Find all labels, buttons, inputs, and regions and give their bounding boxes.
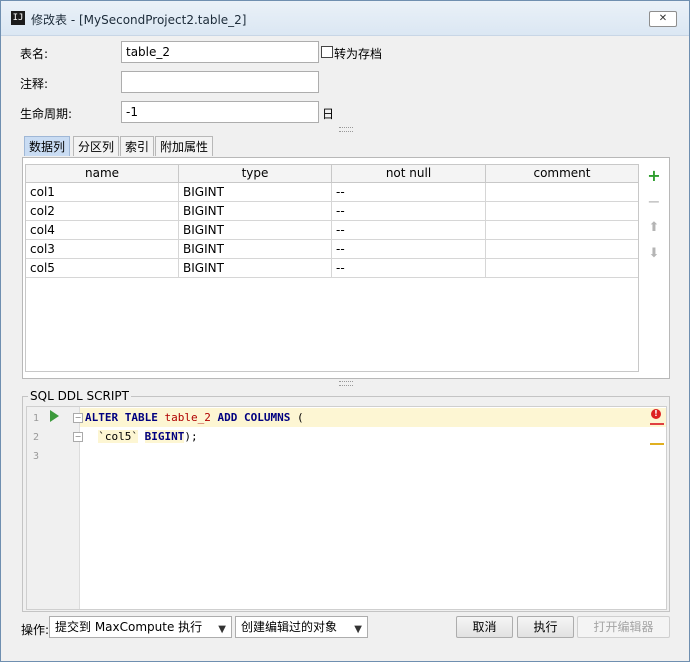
columns-table-header: name type not null comment [26, 165, 638, 183]
title-bar[interactable]: IJ 修改表 - [MySecondProject2.table_2] ✕ [1, 1, 689, 36]
sql-table-name: table_2 [164, 411, 211, 424]
sql-punct: ); [184, 430, 198, 443]
cell-name[interactable]: col4 [26, 221, 179, 239]
tab-data-columns[interactable]: 数据列 [24, 136, 71, 156]
table-row[interactable]: col2 BIGINT -- [26, 202, 638, 221]
remove-column-icon[interactable]: − [644, 192, 664, 212]
cell-comment[interactable] [486, 259, 638, 277]
table-row[interactable]: col3 BIGINT -- [26, 240, 638, 259]
sql-type: BIGINT [144, 430, 185, 443]
code-line-1[interactable]: ALTER TABLE table_2 ADD COLUMNS ( [85, 408, 304, 427]
move-down-icon[interactable]: ⬇ [644, 244, 664, 264]
comment-input[interactable] [121, 71, 319, 93]
intellij-app-icon: IJ [11, 11, 25, 25]
move-up-icon[interactable]: ⬆ [644, 218, 664, 238]
cell-not-null[interactable]: -- [332, 183, 486, 201]
code-line-2[interactable]: `col5` BIGINT); [85, 427, 198, 446]
table-row[interactable]: col1 BIGINT -- [26, 183, 638, 202]
lifecycle-label: 生命周期: [20, 107, 73, 121]
header-comment[interactable]: comment [486, 165, 638, 182]
to-archive-label: 转为存档 [334, 47, 383, 61]
open-editor-button[interactable]: 打开编辑器 [577, 616, 670, 638]
cell-type[interactable]: BIGINT [179, 259, 332, 277]
execute-button[interactable]: 执行 [517, 616, 574, 638]
line-number: 3 [33, 451, 40, 462]
table-name-label: 表名: [20, 47, 49, 61]
cell-type[interactable]: BIGINT [179, 202, 332, 220]
cell-comment[interactable] [486, 202, 638, 220]
window-title: 修改表 - [MySecondProject2.table_2] [31, 13, 247, 27]
run-statement-icon[interactable] [50, 410, 59, 422]
action-combo-value: 提交到 MaxCompute 执行 [55, 620, 203, 634]
chevron-down-icon: ▼ [354, 624, 362, 635]
cell-name[interactable]: col3 [26, 240, 179, 258]
columns-table: name type not null comment col1 BIGINT -… [25, 164, 639, 372]
cancel-button[interactable]: 取消 [456, 616, 513, 638]
cell-type[interactable]: BIGINT [179, 183, 332, 201]
object-combo-value: 创建编辑过的对象 [241, 620, 338, 634]
top-splitter-grip[interactable] [339, 127, 353, 132]
middle-splitter-grip[interactable] [339, 381, 353, 386]
add-column-icon[interactable]: + [644, 166, 664, 186]
line-number: 2 [33, 432, 40, 443]
cell-not-null[interactable]: -- [332, 259, 486, 277]
table-name-input[interactable]: table_2 [121, 41, 319, 63]
cell-not-null[interactable]: -- [332, 202, 486, 220]
to-archive-checkbox[interactable] [321, 46, 333, 58]
cell-not-null[interactable]: -- [332, 240, 486, 258]
table-row[interactable]: col5 BIGINT -- [26, 259, 638, 278]
lifecycle-input[interactable]: -1 [121, 101, 319, 123]
sql-keyword: ALTER TABLE [85, 411, 158, 424]
error-stripe-mark[interactable] [650, 423, 664, 425]
sql-punct: ( [290, 411, 304, 424]
warning-stripe-mark[interactable] [650, 443, 664, 445]
header-type[interactable]: type [179, 165, 332, 182]
tab-partition-columns[interactable]: 分区列 [73, 136, 120, 156]
line-number: 1 [33, 413, 40, 424]
fold-marker-icon[interactable]: − [73, 432, 83, 442]
action-combo[interactable]: 提交到 MaxCompute 执行 ▼ [49, 616, 232, 638]
header-name[interactable]: name [26, 165, 179, 182]
tab-extra-properties[interactable]: 附加属性 [155, 136, 214, 156]
close-button[interactable]: ✕ [649, 11, 677, 27]
comment-label: 注释: [20, 77, 49, 91]
action-label: 操作: [21, 623, 50, 637]
cell-name[interactable]: col2 [26, 202, 179, 220]
lifecycle-unit: 日 [322, 107, 335, 121]
header-not-null[interactable]: not null [332, 165, 486, 182]
cell-comment[interactable] [486, 221, 638, 239]
chevron-down-icon: ▼ [218, 624, 226, 635]
cell-comment[interactable] [486, 240, 638, 258]
sql-column-name: `col5` [98, 430, 138, 443]
alter-table-dialog: IJ 修改表 - [MySecondProject2.table_2] ✕ 表名… [0, 0, 690, 662]
cell-type[interactable]: BIGINT [179, 240, 332, 258]
tab-indexes[interactable]: 索引 [120, 136, 155, 156]
cell-name[interactable]: col5 [26, 259, 179, 277]
sql-keyword: ADD COLUMNS [217, 411, 291, 424]
ddl-section-label: SQL DDL SCRIPT [28, 389, 131, 403]
sql-editor[interactable]: 1 2 3 − − ALTER TABLE table_2 ADD COLUMN… [26, 406, 667, 610]
object-combo[interactable]: 创建编辑过的对象 ▼ [235, 616, 368, 638]
column-tools: + − ⬆ ⬇ [640, 164, 668, 372]
cell-comment[interactable] [486, 183, 638, 201]
fold-marker-icon[interactable]: − [73, 413, 83, 423]
table-row[interactable]: col4 BIGINT -- [26, 221, 638, 240]
error-indicator-icon[interactable]: ! [651, 409, 661, 419]
cell-type[interactable]: BIGINT [179, 221, 332, 239]
cell-name[interactable]: col1 [26, 183, 179, 201]
cell-not-null[interactable]: -- [332, 221, 486, 239]
